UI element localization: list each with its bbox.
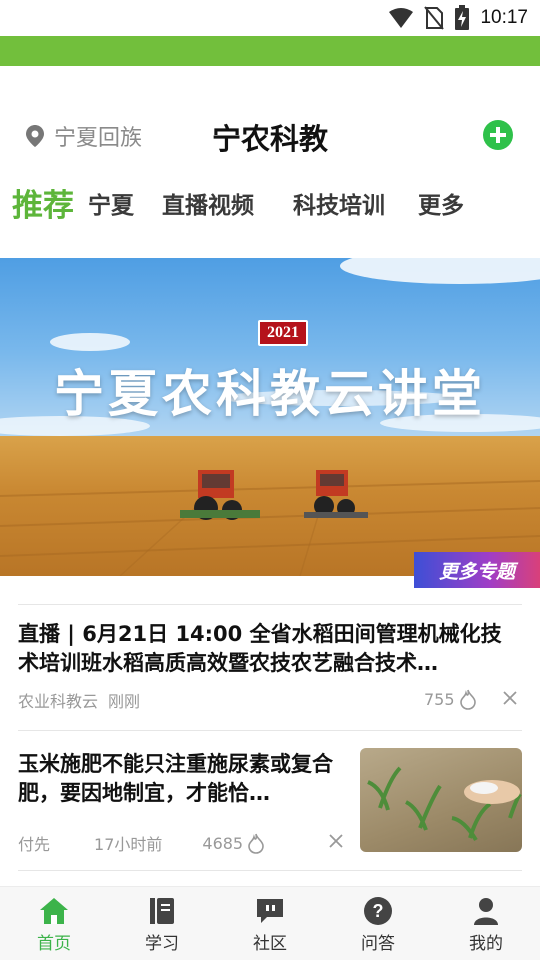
- status-time: 10:17: [480, 7, 528, 28]
- dismiss-icon[interactable]: [503, 691, 517, 705]
- article-meta: 农业科教云 刚刚: [18, 688, 140, 712]
- tab-more[interactable]: 更多: [418, 186, 464, 220]
- add-button[interactable]: [483, 120, 513, 150]
- nav-label: 社区: [253, 934, 287, 954]
- bottom-nav: 首页 学习 社区 ? 问答 我的: [0, 886, 540, 960]
- article-thumbnail[interactable]: [360, 748, 522, 852]
- status-icons: 10:17: [388, 4, 528, 32]
- more-topics-button[interactable]: 更多专题: [414, 552, 540, 588]
- question-icon: ?: [364, 897, 392, 925]
- article-time: 17小时前: [94, 835, 163, 854]
- status-bar: 10:17: [0, 0, 540, 36]
- nav-home[interactable]: 首页: [14, 895, 94, 954]
- tab-live-video[interactable]: 直播视频: [162, 186, 254, 220]
- tab-recommend[interactable]: 推荐: [12, 180, 74, 225]
- banner-title: 宁夏农科教云讲堂: [54, 365, 486, 423]
- user-icon: [474, 898, 498, 925]
- article-meta: 付先 17小时前 4685: [18, 831, 265, 855]
- book-icon: [150, 898, 174, 924]
- flame-icon: [459, 689, 476, 710]
- corn-seedlings-image: [367, 766, 522, 842]
- view-count: 755: [424, 689, 455, 709]
- nav-community[interactable]: 社区: [230, 895, 310, 954]
- nav-label: 问答: [361, 934, 395, 954]
- view-count: 4685: [202, 833, 244, 853]
- banner-year-badge: 2021: [258, 320, 308, 346]
- divider: [18, 870, 522, 871]
- tractor-image: [180, 470, 368, 520]
- chat-quote-icon: [257, 899, 283, 923]
- wifi-icon: [389, 8, 414, 28]
- article-title: 直播 | 6月21日 14:00 全省水稻田间管理机械化技术培训班水稻高质高效暨…: [18, 622, 502, 675]
- article-title[interactable]: 玉米施肥不能只注重施尿素或复合肥，要因地制宜，才能恰…: [18, 750, 348, 808]
- nav-study[interactable]: 学习: [122, 895, 202, 954]
- tab-ningxia[interactable]: 宁夏: [88, 186, 134, 220]
- app-header: 宁夏回族 宁农科教: [0, 100, 540, 170]
- nav-label: 学习: [145, 934, 179, 954]
- svg-text:?: ?: [373, 901, 384, 921]
- article-source: 付先: [18, 835, 51, 854]
- brand-band: [0, 36, 540, 66]
- article-time: 刚刚: [108, 692, 141, 711]
- no-sim-icon: [424, 6, 445, 30]
- article-source: 农业科教云: [18, 692, 99, 711]
- nav-label: 首页: [37, 934, 71, 954]
- home-icon: [40, 898, 68, 924]
- dismiss-icon[interactable]: [329, 834, 343, 848]
- plus-icon: [490, 127, 506, 143]
- article-item[interactable]: 直播 | 6月21日 14:00 全省水稻田间管理机械化技术培训班水稻高质高效暨…: [18, 620, 522, 678]
- battery-charging-icon: [455, 5, 470, 30]
- nav-qa[interactable]: ? 问答: [338, 895, 418, 954]
- article-views: 755: [424, 688, 477, 710]
- banner[interactable]: 2021 宁夏农科教云讲堂: [0, 258, 540, 576]
- tab-tech-training[interactable]: 科技培训: [293, 186, 385, 220]
- nav-mine[interactable]: 我的: [446, 895, 526, 954]
- divider: [18, 604, 522, 605]
- flame-icon: [248, 833, 264, 854]
- nav-label: 我的: [469, 934, 503, 954]
- divider: [18, 730, 522, 731]
- app-title: 宁农科教: [211, 122, 328, 156]
